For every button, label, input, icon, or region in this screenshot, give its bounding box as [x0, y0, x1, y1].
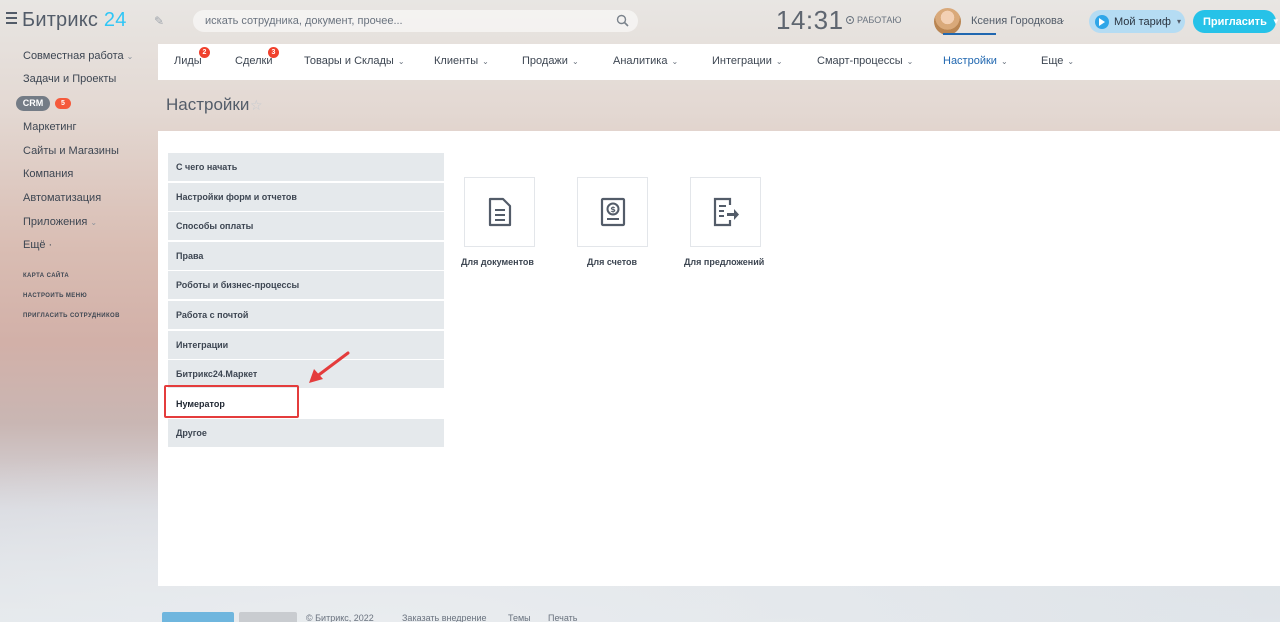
- crm-counter-badge: 5: [55, 98, 71, 109]
- tab-integrations[interactable]: Интеграции ⌄: [712, 55, 783, 67]
- sidebar-item-sites[interactable]: Сайты и Магазины: [23, 145, 119, 157]
- footer: © Битрикс, 2022 Заказать внедрение Темы …: [158, 610, 1058, 622]
- card-documents-label: Для документов: [461, 257, 534, 267]
- language-button[interactable]: [162, 612, 234, 622]
- document-icon: [488, 197, 511, 227]
- caret-down-icon: ▼: [1271, 17, 1280, 26]
- chevron-down-icon: ⌄: [482, 57, 489, 66]
- menu-item-payment-methods[interactable]: Способы оплаты: [168, 212, 444, 241]
- print-button[interactable]: [239, 612, 297, 622]
- copyright: © Битрикс, 2022: [306, 613, 374, 622]
- chevron-down-icon: ⌄: [775, 57, 783, 66]
- sidebar-item-more[interactable]: Ещё ·: [23, 239, 52, 251]
- invite-employees-link[interactable]: ПРИГЛАСИТЬ СОТРУДНИКОВ: [23, 313, 120, 319]
- chevron-down-icon: ⌄: [90, 218, 98, 227]
- invite-label: Пригласить: [1203, 15, 1267, 28]
- card-invoices-label: Для счетов: [587, 257, 638, 267]
- card-quotes-label: Для предложений: [684, 257, 765, 267]
- chevron-down-icon[interactable]: ⌄: [1059, 15, 1066, 24]
- footer-link-themes[interactable]: Темы: [508, 613, 531, 622]
- page-title: Настройки: [166, 95, 250, 114]
- sidebar-item-tasks[interactable]: Задачи и Проекты: [23, 73, 116, 85]
- rocket-icon: [1095, 14, 1109, 29]
- chevron-down-icon: ⌄: [397, 57, 405, 66]
- invoice-icon: $: [600, 197, 625, 227]
- card-quotes-box[interactable]: [690, 177, 761, 247]
- chevron-down-icon: ⌄: [571, 57, 579, 66]
- tab-smart-processes[interactable]: Смарт-процессы ⌄: [817, 55, 913, 67]
- top-header: Битрикс 24 ✎ 14:31 РАБОТАЮ Ксения Городк…: [0, 0, 1280, 44]
- clock[interactable]: 14:31: [776, 5, 844, 36]
- my-tariff-button[interactable]: Мой тариф ▾: [1089, 10, 1185, 33]
- highlight-box: [164, 385, 299, 418]
- tab-clients[interactable]: Клиенты ⌄: [434, 55, 489, 67]
- menu-item-mail[interactable]: Работа с почтой: [168, 300, 444, 329]
- menu-item-other[interactable]: Другое: [168, 419, 444, 448]
- svg-text:$: $: [610, 205, 616, 214]
- avatar[interactable]: [934, 8, 961, 35]
- user-name[interactable]: Ксения Городкова: [971, 15, 1063, 27]
- footer-link-print[interactable]: Печать: [548, 613, 577, 622]
- tab-more[interactable]: Еще ⌄: [1041, 55, 1074, 67]
- tab-deals[interactable]: Сделки 3: [235, 47, 279, 67]
- card-invoices[interactable]: $ Для счетов: [577, 177, 649, 267]
- annotation-arrow-icon: [309, 351, 350, 383]
- tab-products[interactable]: Товары и Склады ⌄: [304, 55, 405, 67]
- chevron-down-icon: ⌄: [126, 52, 134, 61]
- search-icon[interactable]: [616, 14, 629, 27]
- crm-tabs: Лиды 2 Сделки 3 Товары и Склады ⌄ Клиенты ⌄ …: [158, 44, 1280, 80]
- card-documents[interactable]: Для документов: [461, 177, 536, 267]
- sidebar-item-collab[interactable]: Совместная работа ⌄: [23, 50, 133, 62]
- sitemap-link[interactable]: КАРТА САЙТА: [23, 273, 69, 279]
- card-invoices-box[interactable]: $: [577, 177, 648, 247]
- menu-burger-icon[interactable]: [6, 12, 18, 26]
- active-tab-indicator: [943, 33, 996, 35]
- quote-icon: [713, 197, 739, 227]
- sidebar-item-marketing[interactable]: Маркетинг: [23, 121, 76, 133]
- record-icon: [846, 16, 854, 24]
- menu-item-permissions[interactable]: Права: [168, 241, 444, 270]
- search-input[interactable]: [193, 10, 593, 32]
- sidebar-item-apps[interactable]: Приложения ⌄: [23, 216, 97, 228]
- chevron-down-icon: ⌄: [906, 57, 914, 66]
- chevron-down-icon: ⌄: [1000, 57, 1008, 66]
- edit-pencil-icon[interactable]: ✎: [154, 14, 164, 28]
- tab-analytics[interactable]: Аналитика ⌄: [613, 55, 678, 67]
- tab-leads[interactable]: Лиды 2: [174, 47, 210, 67]
- tab-badge: 3: [268, 47, 279, 58]
- tab-settings[interactable]: Настройки ⌄: [943, 55, 1008, 67]
- card-quotes[interactable]: Для предложений: [684, 177, 764, 267]
- favorite-star-icon[interactable]: ☆: [250, 97, 263, 114]
- card-documents-box[interactable]: [464, 177, 535, 247]
- menu-item-getting-started[interactable]: С чего начать: [168, 153, 444, 181]
- chevron-down-icon: ⌄: [671, 57, 679, 66]
- search-bar[interactable]: [193, 10, 638, 32]
- sidebar-item-automation[interactable]: Автоматизация: [23, 192, 101, 204]
- menu-item-forms-reports[interactable]: Настройки форм и отчетов: [168, 182, 444, 211]
- work-status[interactable]: РАБОТАЮ: [846, 15, 902, 25]
- footer-link-implementation[interactable]: Заказать внедрение: [402, 613, 487, 622]
- configure-menu-link[interactable]: НАСТРОИТЬ МЕНЮ: [23, 293, 87, 299]
- tab-badge: 2: [199, 47, 210, 58]
- invite-button[interactable]: Пригласить ▼: [1193, 10, 1280, 33]
- chevron-down-icon: ▾: [1176, 17, 1181, 26]
- work-status-label: РАБОТАЮ: [857, 15, 902, 25]
- my-tariff-label: Мой тариф: [1114, 15, 1171, 28]
- sidebar-item-crm[interactable]: CRM: [16, 96, 50, 111]
- tab-sales[interactable]: Продажи ⌄: [522, 55, 579, 67]
- sidebar-item-company[interactable]: Компания: [23, 168, 73, 180]
- chevron-down-icon: ⌄: [1067, 57, 1075, 66]
- logo[interactable]: Битрикс 24: [22, 9, 127, 32]
- menu-item-robots[interactable]: Роботы и бизнес-процессы: [168, 271, 444, 300]
